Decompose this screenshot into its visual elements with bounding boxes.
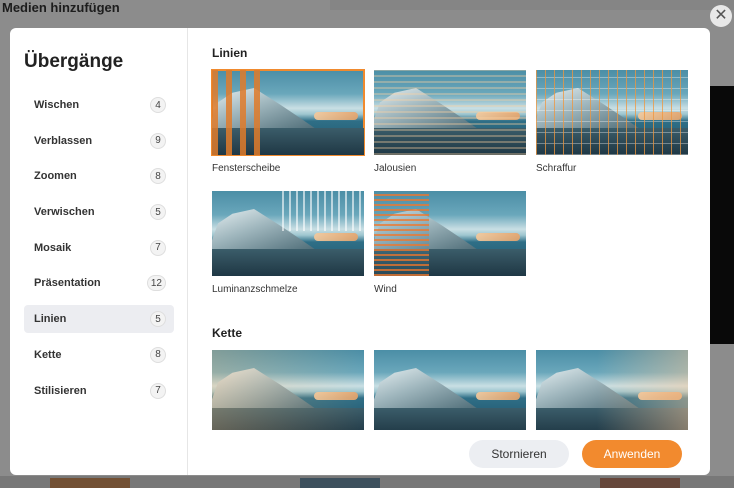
transition-label: Schraffur [536,163,577,174]
category-label: Zoomen [34,170,77,183]
transition-schraffur[interactable]: Schraffur [536,70,688,174]
category-item-mosaik[interactable]: Mosaik 7 [24,234,174,262]
category-label: Mosaik [34,241,72,254]
category-item-linien[interactable]: Linien 5 [24,305,174,334]
category-count-badge: 5 [150,204,166,221]
category-count-badge: 5 [150,311,166,328]
category-label: Linien [34,313,67,326]
category-item-verwischen[interactable]: Verwischen 5 [24,198,174,226]
category-label: Stilisieren [34,384,87,397]
category-count-badge: 8 [150,168,166,185]
transition-kette-3[interactable] [536,350,688,430]
dialog-title: Übergänge [24,51,124,72]
transition-preview-image [536,350,688,430]
section-title-kette: Kette [212,326,243,340]
transition-preview-image [374,350,526,430]
close-button[interactable]: ✕ [710,5,732,27]
transition-wind[interactable]: Wind [374,191,526,295]
category-label: Verwischen [34,206,95,219]
transition-jalousien[interactable]: Jalousien [374,70,526,174]
transition-label: Fensterscheibe [212,163,281,174]
close-icon: ✕ [714,7,728,24]
transition-luminanzschmelze[interactable]: Luminanzschmelze [212,191,364,295]
category-count-badge: 12 [146,275,166,292]
category-label: Verblassen [34,134,93,147]
transition-preview-image [536,70,688,155]
transition-fensterscheibe[interactable]: Fensterscheibe [211,69,365,174]
cancel-button[interactable]: Stornieren [469,440,569,468]
category-count-badge: 7 [150,382,166,399]
transition-preview-image [212,191,364,276]
transition-label: Jalousien [374,163,417,174]
category-item-wischen[interactable]: Wischen 4 [24,91,174,119]
transition-label: Luminanzschmelze [212,284,298,295]
transition-gallery: Linien Fensterscheibe Jalousien Schraffu… [188,28,710,475]
category-item-praesentation[interactable]: Präsentation 12 [24,269,174,297]
category-sidebar: Übergänge Wischen 4 Verblassen 9 Zoomen … [10,28,188,475]
category-item-kette[interactable]: Kette 8 [24,341,174,369]
transition-preview-image [374,70,526,155]
apply-button[interactable]: Anwenden [582,440,682,468]
category-count-badge: 8 [150,346,166,363]
category-label: Wischen [34,99,80,111]
category-item-zoomen[interactable]: Zoomen 8 [24,162,174,190]
category-count-badge: 4 [150,97,166,113]
category-count-badge: 7 [150,239,166,256]
category-list: Wischen 4 Verblassen 9 Zoomen 8 Verwisch… [24,91,174,412]
transition-preview-image [212,350,364,430]
transition-preview-image [211,69,365,156]
category-label: Präsentation [34,277,101,290]
category-label: Kette [34,348,62,361]
section-title-linien: Linien [212,46,248,60]
transition-kette-1[interactable] [212,350,364,430]
transition-kette-2[interactable] [374,350,526,430]
transition-preview-image [374,191,526,276]
transitions-dialog: Übergänge Wischen 4 Verblassen 9 Zoomen … [10,28,710,475]
transition-label: Wind [374,284,397,295]
category-item-verblassen[interactable]: Verblassen 9 [24,127,174,155]
category-item-stilisieren[interactable]: Stilisieren 7 [24,377,174,405]
category-count-badge: 9 [150,132,166,149]
